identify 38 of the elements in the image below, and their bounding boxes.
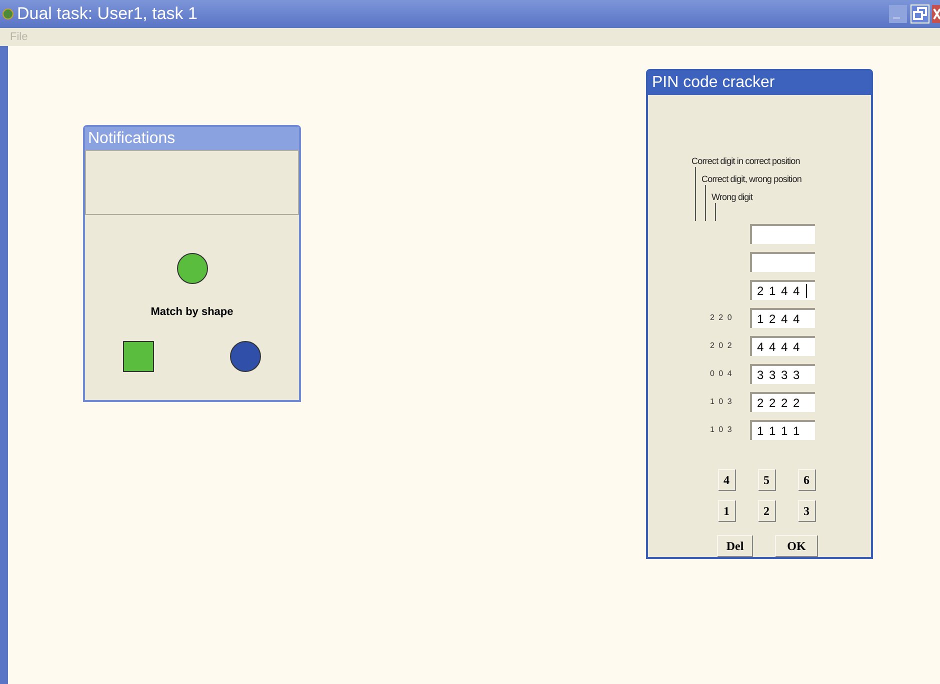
action-button[interactable]: OK bbox=[775, 535, 818, 557]
minimize-icon[interactable] bbox=[888, 4, 908, 24]
guess-field: 1 1 1 1 bbox=[750, 420, 815, 440]
keypad-button[interactable]: 4 bbox=[718, 469, 736, 491]
legend-label: Wrong digit bbox=[712, 191, 752, 204]
restore-icon[interactable] bbox=[910, 4, 930, 24]
guess-field: 4 4 4 4 bbox=[750, 336, 815, 356]
legend-label: Correct digit in correct position bbox=[692, 155, 800, 168]
keypad-button[interactable]: 2 bbox=[758, 500, 776, 522]
legend-label: Correct digit, wrong position bbox=[702, 173, 802, 186]
window-title: Notifications bbox=[85, 127, 299, 150]
keypad-button[interactable]: 3 bbox=[798, 500, 816, 522]
square-shape[interactable] bbox=[123, 340, 154, 372]
app-icon bbox=[2, 8, 14, 20]
guess-field: 1 2 4 4 bbox=[750, 308, 815, 328]
feedback-score: 2 0 2 bbox=[709, 340, 734, 352]
input-field[interactable] bbox=[750, 252, 815, 272]
window-title: PIN code cracker bbox=[648, 71, 871, 95]
leader-line bbox=[714, 203, 716, 221]
guess-field: 2 2 2 2 bbox=[750, 392, 815, 412]
window-title: Dual task: User1, task 1 bbox=[17, 3, 198, 26]
feedback-score: 1 0 3 bbox=[709, 424, 734, 436]
action-button[interactable]: Del bbox=[717, 535, 753, 557]
input-field[interactable]: 2 1 4 4 bbox=[750, 280, 815, 300]
keypad-button[interactable]: 5 bbox=[758, 469, 776, 491]
close-icon[interactable] bbox=[932, 4, 940, 24]
text-cursor bbox=[806, 284, 807, 298]
guess-field: 3 3 3 3 bbox=[750, 364, 815, 384]
feedback-score: 2 2 0 bbox=[709, 312, 734, 324]
leader-line bbox=[694, 167, 696, 221]
feedback-score: 0 0 4 bbox=[709, 368, 734, 380]
instruction-text: Match by shape bbox=[150, 305, 234, 320]
leader-line bbox=[704, 185, 706, 221]
feedback-score: 1 0 3 bbox=[709, 396, 734, 408]
keypad-button[interactable]: 6 bbox=[798, 469, 816, 491]
keypad-button[interactable]: 1 bbox=[718, 500, 736, 522]
circle-shape[interactable] bbox=[230, 340, 261, 372]
input-field[interactable] bbox=[750, 224, 815, 244]
